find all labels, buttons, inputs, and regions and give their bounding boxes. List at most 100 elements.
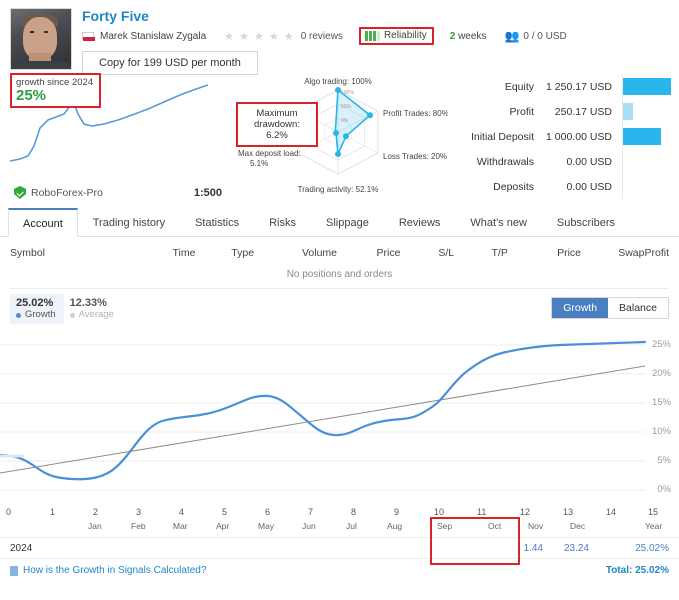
toggle-balance-button[interactable]: Balance	[608, 298, 668, 318]
tab-subscribers[interactable]: Subscribers	[542, 208, 630, 237]
xtick-9: 9	[394, 507, 400, 517]
year-summary-row: 2024 1.44 23.24 25.02%	[0, 537, 679, 559]
stat-bar-wrap-profit	[622, 99, 671, 124]
ytick-20: 20%	[651, 368, 671, 379]
growth-since-value: 25%	[16, 87, 47, 104]
tab-whats-new[interactable]: What's new	[455, 208, 542, 237]
radar-label-algo: Algo trading: 100%	[304, 77, 372, 86]
ytick-15: 15%	[651, 397, 671, 408]
col-sl[interactable]: S/L	[400, 247, 454, 259]
document-icon	[10, 565, 18, 576]
growth-chart: 25% 20% 15% 10% 5% 0%	[0, 325, 679, 505]
tab-statistics[interactable]: Statistics	[180, 208, 254, 237]
radar-label-loss: Loss Trades: 20%	[383, 152, 447, 161]
xtick-15: 15	[648, 507, 659, 517]
stat-label-initial-deposit: Initial Deposit	[470, 130, 534, 143]
page-title[interactable]: Forty Five	[82, 8, 669, 24]
xtick-3: 3	[136, 507, 142, 517]
stat-row-withdrawals: Withdrawals 0.00 USD	[448, 149, 671, 174]
tab-slippage[interactable]: Slippage	[311, 208, 384, 237]
x-axis: 0 1 2 3 4 5 6 7 8 9 10 11 12 13 14 15 Ja…	[0, 505, 679, 565]
max-drawdown-line1: Maximum	[256, 108, 298, 119]
legend-item-growth[interactable]: 25.02% Growth	[10, 294, 64, 324]
tab-reviews[interactable]: Reviews	[384, 208, 456, 237]
stat-label-deposits: Deposits	[493, 180, 534, 193]
year-oct-value: 23.24	[563, 542, 589, 554]
tab-risks[interactable]: Risks	[254, 208, 311, 237]
xmonth-aug: Aug	[387, 521, 403, 531]
xtick-0: 0	[6, 507, 12, 517]
tab-account[interactable]: Account	[8, 208, 78, 237]
reviews-count[interactable]: 0 reviews	[301, 31, 343, 42]
stat-value-profit: 250.17 USD	[554, 105, 612, 118]
tab-bar: Account Trading history Statistics Risks…	[0, 207, 679, 237]
xmonth-may: May	[258, 521, 275, 531]
ytick-5: 5%	[657, 455, 671, 466]
overview-section: growth since 2024 25% RoboForex-Pro 1:50…	[0, 70, 679, 205]
col-type[interactable]: Type	[195, 247, 254, 259]
radar-label-activity: Trading activity: 52.1%	[298, 185, 379, 194]
age-weeks-value: 2	[449, 30, 456, 42]
signal-header: Forty Five Marek Stanislaw Zygala ★ ★ ★ …	[0, 0, 679, 75]
legend-item-average[interactable]: 12.33% Average	[64, 294, 122, 324]
col-swap[interactable]: Swap	[581, 247, 644, 259]
xmonth-mar: Mar	[173, 521, 188, 531]
reliability-badge: Reliability	[358, 27, 434, 45]
year-label: 2024	[10, 542, 33, 554]
broker-info: RoboForex-Pro	[14, 186, 103, 199]
max-drawdown-badge: Maximum drawdown: 6.2%	[236, 102, 318, 147]
col-profit[interactable]: Profit	[644, 247, 669, 259]
col-symbol[interactable]: Symbol	[10, 247, 127, 259]
growth-explanation-link-text: How is the Growth in Signals Calculated?	[23, 565, 207, 576]
poland-flag-icon	[82, 32, 95, 41]
author-name[interactable]: Marek Stanislaw Zygala	[100, 31, 206, 42]
legend-growth-text: Growth	[25, 309, 56, 320]
xmonth-apr: Apr	[216, 521, 230, 531]
col-tp[interactable]: T/P	[454, 247, 507, 259]
xtick-10: 10	[434, 507, 445, 517]
legend-growth-value: 25.02%	[16, 297, 54, 309]
reliability-label: Reliability	[383, 30, 427, 41]
growth-line	[0, 340, 647, 481]
subscribers-value: 0 / 0 USD	[523, 30, 567, 42]
col-time[interactable]: Time	[127, 247, 196, 259]
xmonth-jul: Jul	[346, 521, 357, 531]
stat-bar-wrap-equity	[622, 74, 671, 99]
xtick-5: 5	[222, 507, 228, 517]
xmonth-nov: Nov	[528, 521, 544, 531]
xmonth-feb: Feb	[131, 521, 146, 531]
stat-label-profit: Profit	[509, 105, 534, 118]
ytick-0: 0%	[657, 484, 671, 495]
col-price-open[interactable]: Price	[337, 247, 401, 259]
broker-row: RoboForex-Pro 1:500	[14, 186, 222, 199]
footer-total: Total: 25.02%	[605, 565, 669, 576]
positions-table: Symbol Time Type Volume Price S/L T/P Pr…	[0, 237, 679, 289]
legend-average-label: Average	[69, 309, 114, 321]
col-volume[interactable]: Volume	[254, 247, 337, 259]
sep-oct-highlight-box	[430, 517, 520, 565]
stat-row-profit: Profit 250.17 USD	[448, 99, 671, 124]
legend-average-text: Average	[78, 309, 114, 320]
col-price-current[interactable]: Price	[508, 247, 581, 259]
growth-chart-legend: 25.02% Growth 12.33% Average Growth Bala…	[0, 289, 679, 325]
tab-trading-history[interactable]: Trading history	[78, 208, 180, 237]
stat-row-initial-deposit: Initial Deposit 1 000.00 USD	[448, 124, 671, 149]
stat-value-equity: 1 250.17 USD	[546, 80, 612, 93]
avatar-eye-right	[44, 31, 48, 33]
xmonth-jun: Jun	[302, 521, 316, 531]
account-stats-panel: Equity 1 250.17 USD Profit 250.17 USD In…	[448, 70, 671, 205]
stat-bar-wrap-deposits	[622, 174, 671, 199]
ytick-10: 10%	[651, 426, 671, 437]
svg-text:0%: 0%	[341, 118, 349, 124]
toggle-growth-button[interactable]: Growth	[552, 298, 609, 318]
people-icon: 👥	[504, 29, 520, 43]
growth-explanation-link[interactable]: How is the Growth in Signals Calculated?	[10, 565, 606, 576]
xtick-7: 7	[308, 507, 314, 517]
stat-bar-initial-deposit	[623, 128, 662, 145]
reliability-bars-icon	[364, 30, 380, 41]
avatar	[10, 8, 72, 70]
stat-label-withdrawals: Withdrawals	[476, 155, 534, 168]
xmonth-jan: Jan	[88, 521, 102, 531]
year-total-value: 25.02%	[635, 542, 669, 554]
max-drawdown-line2: drawdown: 6.2%	[254, 119, 300, 141]
